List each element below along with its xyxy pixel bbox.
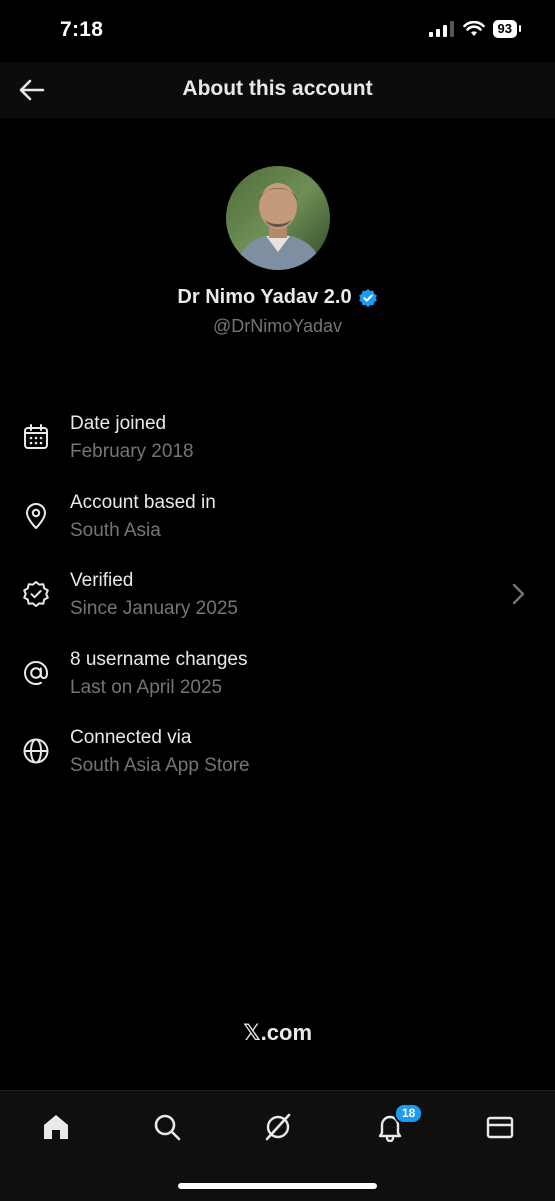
chevron-right-icon[interactable] bbox=[511, 580, 527, 608]
info-subtitle: South Asia bbox=[70, 519, 161, 541]
info-subtitle: Since January 2025 bbox=[70, 598, 238, 619]
x-com-link[interactable]: 𝕏.com bbox=[0, 1020, 555, 1046]
account-info-list: Date joined February 2018 Account based … bbox=[0, 403, 555, 796]
header-bar: About this account bbox=[0, 62, 555, 118]
at-sign-icon bbox=[24, 660, 49, 685]
search-icon bbox=[154, 1114, 181, 1141]
notifications-badge: 18 bbox=[394, 1103, 424, 1124]
location-pin-icon bbox=[26, 502, 46, 529]
calendar-icon bbox=[24, 424, 48, 449]
home-icon bbox=[44, 1115, 68, 1139]
info-title: Account based in bbox=[70, 491, 216, 513]
grok-icon bbox=[265, 1113, 291, 1141]
info-subtitle: February 2018 bbox=[70, 441, 194, 462]
status-icons: 93 bbox=[428, 20, 522, 38]
info-title: 8 username changes bbox=[70, 648, 248, 670]
info-subtitle: South Asia App Store bbox=[70, 755, 250, 776]
profile-name-row: Dr Nimo Yadav 2.0 bbox=[0, 286, 555, 309]
verified-check-icon bbox=[358, 288, 377, 307]
home-indicator[interactable] bbox=[178, 1183, 377, 1189]
info-item-verified[interactable]: Verified Since January 2025 bbox=[0, 560, 555, 639]
tab-search[interactable] bbox=[151, 1111, 183, 1143]
verified-badge-icon bbox=[23, 581, 49, 607]
page-title: About this account bbox=[182, 77, 373, 100]
tab-messages[interactable] bbox=[484, 1111, 516, 1143]
info-item-connected-via: Connected via South Asia App Store bbox=[0, 717, 555, 796]
status-bar: 7:18 93 bbox=[0, 0, 555, 62]
info-item-date-joined: Date joined February 2018 bbox=[0, 403, 555, 482]
tab-grok[interactable] bbox=[262, 1111, 294, 1143]
info-title: Verified bbox=[70, 570, 134, 591]
globe-icon bbox=[23, 738, 49, 764]
avatar-image bbox=[226, 166, 330, 270]
profile-name: Dr Nimo Yadav 2.0 bbox=[177, 286, 352, 308]
battery-indicator: 93 bbox=[492, 20, 522, 38]
profile-handle: @DrNimoYadav bbox=[213, 316, 342, 336]
avatar[interactable] bbox=[226, 166, 330, 270]
mail-icon bbox=[486, 1116, 514, 1139]
info-item-username-changes: 8 username changes Last on April 2025 bbox=[0, 639, 555, 718]
info-title: Date joined bbox=[70, 413, 167, 434]
cellular-signal-icon bbox=[428, 21, 454, 37]
tab-home[interactable] bbox=[40, 1111, 72, 1143]
wifi-icon bbox=[462, 21, 485, 36]
info-title: Connected via bbox=[70, 727, 192, 748]
status-time: 7:18 bbox=[60, 18, 104, 41]
info-subtitle: Last on April 2025 bbox=[70, 676, 223, 698]
info-item-account-based-in: Account based in South Asia bbox=[0, 482, 555, 561]
